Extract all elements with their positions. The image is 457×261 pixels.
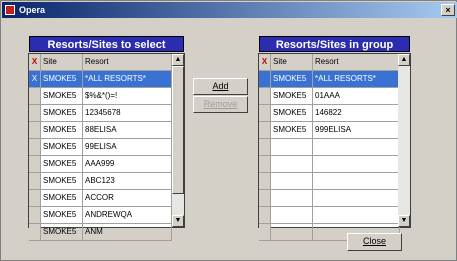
resort-cell[interactable]: ANDREWQA: [83, 207, 172, 224]
remove-button[interactable]: Remove: [193, 96, 248, 113]
row-mark-cell[interactable]: [259, 105, 271, 122]
row-mark-cell[interactable]: [29, 156, 41, 173]
row-mark-cell[interactable]: [259, 156, 271, 173]
add-button[interactable]: Add: [193, 78, 248, 95]
left-scrollbar[interactable]: ▲ ▼: [172, 54, 184, 227]
resorts-to-select-title: Resorts/Sites to select: [29, 36, 184, 52]
resort-cell[interactable]: [313, 207, 400, 224]
row-mark-cell[interactable]: [259, 71, 271, 88]
scroll-up-icon[interactable]: ▲: [398, 54, 410, 66]
resort-cell[interactable]: [313, 190, 400, 207]
scroll-thumb[interactable]: [172, 66, 184, 194]
row-mark-cell[interactable]: [259, 88, 271, 105]
site-cell[interactable]: SMOKE5: [41, 122, 83, 139]
site-cell[interactable]: SMOKE5: [271, 71, 313, 88]
select-all-mark[interactable]: X: [259, 54, 271, 71]
site-column-header[interactable]: Site: [271, 54, 313, 71]
resort-cell[interactable]: 01AAA: [313, 88, 400, 105]
row-mark-cell[interactable]: [259, 224, 271, 241]
site-cell[interactable]: [271, 156, 313, 173]
resorts-to-select-grid: X Site Resort X SMOKE5 *ALL RESORTS* SMOKE5…: [28, 53, 185, 241]
resort-cell[interactable]: 99ELISA: [83, 139, 172, 156]
scroll-down-icon[interactable]: ▼: [398, 215, 410, 227]
site-cell[interactable]: SMOKE5: [271, 122, 313, 139]
resort-cell[interactable]: $%&*()=!: [83, 88, 172, 105]
row-mark-cell[interactable]: [29, 224, 41, 241]
site-cell[interactable]: SMOKE5: [41, 139, 83, 156]
scroll-down-icon[interactable]: ▼: [172, 215, 184, 227]
title-bar: Opera ×: [2, 2, 457, 18]
row-mark-cell[interactable]: [29, 88, 41, 105]
row-mark-cell[interactable]: [29, 105, 41, 122]
close-button[interactable]: Close: [347, 233, 402, 251]
resorts-in-group-title: Resorts/Sites in group: [259, 36, 410, 52]
row-mark-cell[interactable]: [29, 173, 41, 190]
resort-cell[interactable]: [313, 173, 400, 190]
resort-cell[interactable]: 88ELISA: [83, 122, 172, 139]
opera-window: Opera × Resorts/Sites to select X Site R…: [0, 0, 457, 261]
site-cell[interactable]: [271, 207, 313, 224]
row-mark-cell[interactable]: [259, 139, 271, 156]
resort-cell[interactable]: AAA999: [83, 156, 172, 173]
site-cell[interactable]: SMOKE5: [41, 71, 83, 88]
row-mark-cell[interactable]: [29, 207, 41, 224]
window-title: Opera: [19, 5, 46, 15]
row-mark-cell[interactable]: [259, 190, 271, 207]
site-column-header[interactable]: Site: [41, 54, 83, 71]
opera-app-icon: [5, 5, 15, 15]
resort-cell[interactable]: [313, 139, 400, 156]
site-cell[interactable]: [271, 139, 313, 156]
right-scrollbar[interactable]: ▲ ▼: [398, 54, 410, 227]
site-cell[interactable]: SMOKE5: [41, 156, 83, 173]
resort-cell[interactable]: ACCOR: [83, 190, 172, 207]
row-mark-cell[interactable]: [259, 173, 271, 190]
resort-cell[interactable]: *ALL RESORTS*: [83, 71, 172, 88]
site-cell[interactable]: SMOKE5: [41, 88, 83, 105]
site-cell[interactable]: [271, 224, 313, 241]
site-cell[interactable]: SMOKE5: [271, 88, 313, 105]
row-mark-cell[interactable]: [259, 122, 271, 139]
row-mark-cell[interactable]: [29, 190, 41, 207]
scroll-up-icon[interactable]: ▲: [172, 54, 184, 66]
resort-cell[interactable]: ANM: [83, 224, 172, 241]
row-mark-cell[interactable]: [29, 122, 41, 139]
site-cell[interactable]: SMOKE5: [41, 173, 83, 190]
site-cell[interactable]: SMOKE5: [271, 105, 313, 122]
resort-cell[interactable]: ABC123: [83, 173, 172, 190]
resort-column-header[interactable]: Resort: [83, 54, 172, 71]
site-cell[interactable]: SMOKE5: [41, 207, 83, 224]
resort-cell[interactable]: *ALL RESORTS*: [313, 71, 400, 88]
resort-column-header[interactable]: Resort: [313, 54, 400, 71]
window-close-button[interactable]: ×: [441, 4, 455, 16]
resort-cell[interactable]: 146822: [313, 105, 400, 122]
resorts-in-group-grid: X Site Resort SMOKE5 *ALL RESORTS* SMOKE5 0…: [258, 53, 411, 241]
resort-cell[interactable]: [313, 156, 400, 173]
site-cell[interactable]: [271, 173, 313, 190]
select-all-mark[interactable]: X: [29, 54, 41, 71]
site-cell[interactable]: SMOKE5: [41, 105, 83, 122]
row-mark-cell[interactable]: [29, 139, 41, 156]
resort-cell[interactable]: 999ELISA: [313, 122, 400, 139]
row-mark-cell[interactable]: X: [29, 71, 41, 88]
site-cell[interactable]: SMOKE5: [41, 224, 83, 241]
row-mark-cell[interactable]: [259, 207, 271, 224]
site-cell[interactable]: SMOKE5: [41, 190, 83, 207]
resort-cell[interactable]: 12345678: [83, 105, 172, 122]
site-cell[interactable]: [271, 190, 313, 207]
